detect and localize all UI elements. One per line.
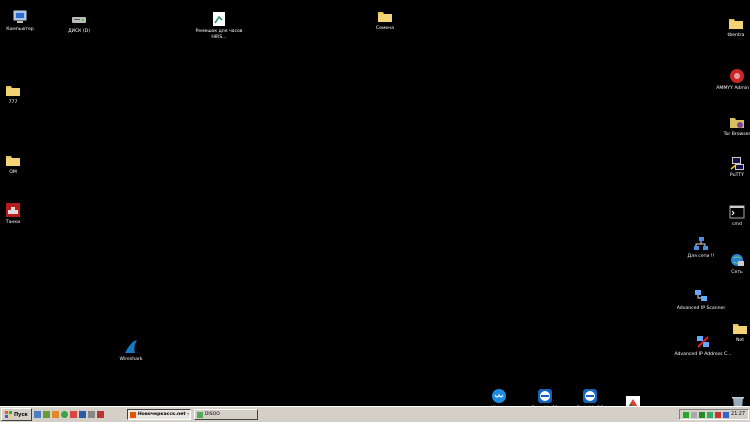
quicklaunch-media-icon[interactable] [69,411,77,418]
desktop-icon-tor[interactable]: Tor Browser [707,114,750,138]
quicklaunch-chrome-icon[interactable] [60,411,68,418]
desktop-icon-label: ОМ [9,170,17,175]
desktop-icon-adv-ip-address[interactable]: Advanced IP Address C... [673,334,733,358]
desktop-icon-label: Семена [375,26,395,31]
desktop-icon-adv-ip-scanner[interactable]: Advanced IP Scanner [671,288,731,312]
system-tray: 21:27 [679,409,749,420]
desktop-icon-q777[interactable]: 777 [0,82,43,106]
desktop-icon-computer[interactable]: Компьютер [0,9,50,33]
console-icon [729,204,745,220]
ipscanner-icon [693,288,709,304]
folder-icon [732,320,748,336]
task-list: Новочеркасск.net - ... DISOO [124,409,258,420]
quicklaunch-settings-icon[interactable] [87,411,95,418]
desktop: Компьютер ДИСК (D) Ремешок для часов HIRS.… [0,0,750,418]
desktop-icon-label: Танки [5,220,21,225]
desktop-icon-label: Ремешок для часов HIRS... [195,29,243,40]
computer-icon [12,9,28,25]
desktop-icon-disk-d[interactable]: ДИСК (D) [49,11,109,35]
tor-icon [729,114,745,130]
taskbar-button-label: Новочеркасск.net - ... [137,412,191,417]
taskbar-button[interactable]: DISOO [193,409,258,420]
desktop-icon-tbentra[interactable]: tbentra [706,15,750,39]
taskbar-button[interactable]: Новочеркасск.net - ... [126,409,191,420]
document-icon [211,11,227,27]
desktop-icon-label: Компьютер [6,27,34,32]
game-icon [5,202,21,218]
desktop-icon-remeshok[interactable]: Ремешок для часов HIRS... [189,11,249,40]
desktop-icon-label: PuTTY [730,173,744,178]
putty-icon [729,155,745,171]
network-icon [693,236,709,252]
desktop-icon-om[interactable]: ОМ [0,152,43,176]
security-tray-icon[interactable] [715,411,722,418]
desktop-icon-cmd[interactable]: cmd [707,204,750,228]
desktop-icon-label: tbentra [727,33,745,38]
antivirus-tray-icon[interactable] [699,411,706,418]
desktop-icon-label: ДИСК (D) [67,29,91,34]
globe-icon [729,252,745,268]
desktop-icon-set[interactable]: Сеть [707,252,750,276]
wireshark-icon [123,339,139,355]
desktop-icon-label: Tor Browser [723,132,750,137]
ipaddress-icon [695,334,711,350]
browser-icon [129,411,136,418]
desktop-icon-label: Advanced IP Scanner [676,306,726,311]
taskbar-button-label: DISOO [204,412,220,417]
app-icon [196,411,203,418]
folder-icon [5,152,21,168]
desktop-icon-wireshark[interactable]: Wireshark [101,339,161,363]
quicklaunch-desktop-icon[interactable] [33,411,41,418]
network-tray-icon[interactable] [683,411,690,418]
start-label: Пуск [14,411,28,418]
quicklaunch-app-icon[interactable] [96,411,104,418]
ammyy-icon [729,68,745,84]
windows-logo-icon [5,411,12,418]
quicklaunch-ie-icon[interactable] [78,411,86,418]
desktop-icon-ammyy[interactable]: AMMYY Admin 3.5 [707,68,750,92]
webex-icon [491,388,507,404]
language-tray-icon[interactable] [723,411,730,418]
folder-icon [377,8,393,24]
teamviewer-icon [537,388,553,404]
clock[interactable]: 21:27 [731,412,745,417]
desktop-icon-label: Advanced IP Address C... [674,352,732,357]
desktop-icon-label: AMMYY Admin 3.5 [716,86,750,91]
desktop-icon-label: Wireshark [119,357,143,362]
desktop-icon-label: cmd [732,222,742,227]
desktop-icon-semena[interactable]: Семена [355,8,415,32]
quicklaunch-explorer-icon[interactable] [42,411,50,418]
desktop-icon-tanki[interactable]: Танки [0,202,43,226]
drive-icon [71,11,87,27]
start-button[interactable]: Пуск [1,408,32,421]
folder-icon [5,82,21,98]
desktop-icon-putty[interactable]: PuTTY [707,155,750,179]
tray-app-icon[interactable] [707,411,714,418]
volume-tray-icon[interactable] [691,411,698,418]
folder-icon [728,15,744,31]
desktop-icon-label: Сеть [731,270,743,275]
quicklaunch-folder-icon[interactable] [51,411,59,418]
desktop-icon-label: 777 [8,100,18,105]
taskbar: Пуск Новочеркасск.net - ... DISOO 21:27 [0,406,750,422]
teamviewer-icon [582,388,598,404]
